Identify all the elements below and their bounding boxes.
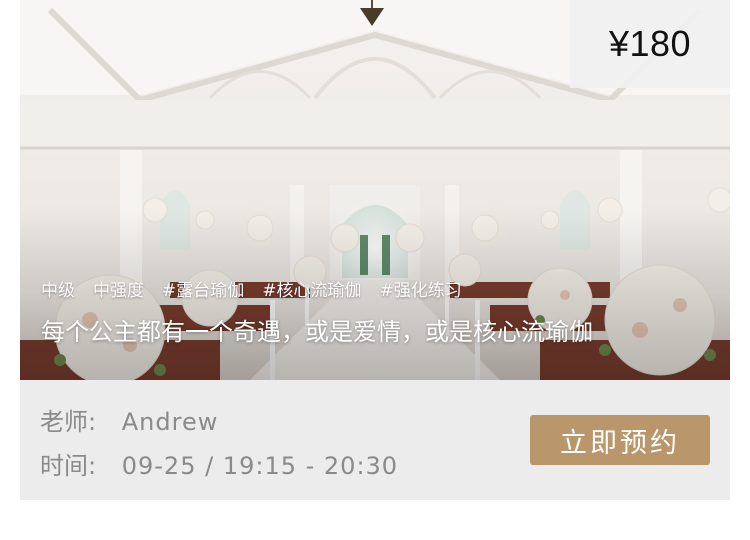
tag-intensive-practice: #强化练习 — [379, 281, 462, 301]
teacher-info: 老师: Andrew — [40, 402, 218, 437]
tag-terrace-yoga: #露台瑜伽 — [162, 281, 245, 301]
book-now-button[interactable]: 立即预约 — [530, 415, 710, 465]
course-card[interactable]: ¥180 中级 中强度 #露台瑜伽 #核心流瑜伽 #强化练习 每个公主都有一个奇… — [20, 0, 730, 500]
course-headline: 每个公主都有一个奇遇，或是爱情，或是核心流瑜伽 — [41, 318, 593, 346]
price-badge: ¥180 — [570, 0, 730, 88]
tag-intensity: 中强度 — [93, 281, 144, 301]
course-tags: 中级 中强度 #露台瑜伽 #核心流瑜伽 #强化练习 — [41, 276, 462, 301]
time-info: 时间: 09-25 / 19:15 - 20:30 — [40, 446, 398, 481]
time-value: 09-25 / 19:15 - 20:30 — [121, 452, 399, 480]
course-cover-image: ¥180 中级 中强度 #露台瑜伽 #核心流瑜伽 #强化练习 每个公主都有一个奇… — [20, 0, 730, 380]
tag-core-flow-yoga: #核心流瑜伽 — [262, 281, 362, 301]
teacher-name: Andrew — [121, 408, 219, 436]
teacher-label: 老师: — [40, 408, 97, 436]
tag-level: 中级 — [41, 281, 75, 301]
time-label: 时间: — [40, 452, 97, 480]
